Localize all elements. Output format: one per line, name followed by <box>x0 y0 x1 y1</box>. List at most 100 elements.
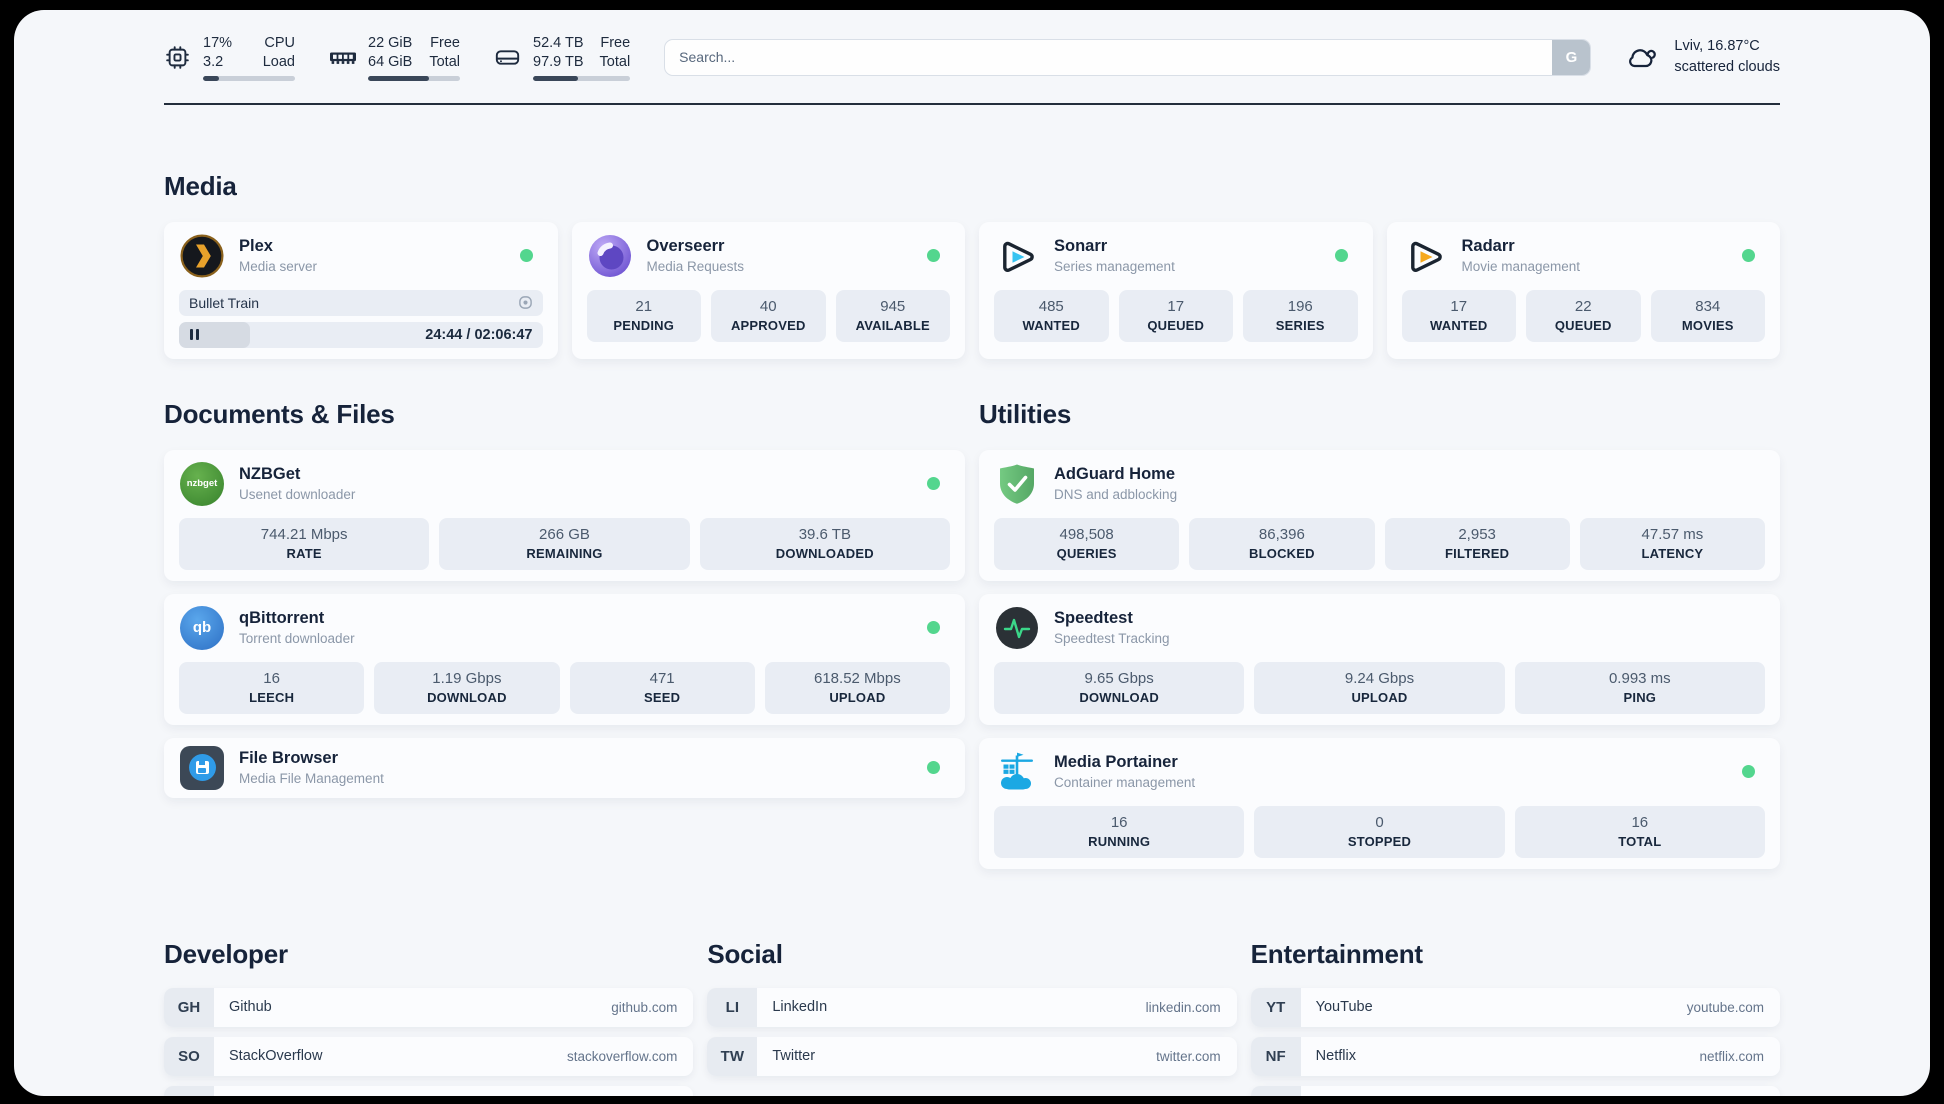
app-title: Plex <box>239 237 273 256</box>
stat-box: 40 APPROVED <box>711 289 826 342</box>
app-card-speedtest[interactable]: Speedtest Speedtest Tracking 9.65 Gbps DO… <box>979 593 1780 725</box>
link-row-stackoverflow[interactable]: SO StackOverflow stackoverflow.com <box>164 1036 694 1076</box>
pause-icon[interactable] <box>190 329 199 341</box>
status-dot-online <box>927 761 940 775</box>
app-card-nzbget[interactable]: nzbget NZBGet Usenet downloader 744.21 M… <box>164 449 965 581</box>
link-abbr: TW <box>707 1036 758 1076</box>
cpu-label-2: Load <box>262 53 295 70</box>
media-card-row: Plex Media server Bullet Train 24:44 / 0… <box>164 221 1780 359</box>
nzbget-icon: nzbget <box>179 461 225 507</box>
status-dot-online <box>1334 249 1348 263</box>
playback-progress-row[interactable]: 24:44 / 02:06:47 <box>179 321 543 348</box>
stat-box: 9.24 Gbps UPLOAD <box>1254 661 1505 714</box>
link-row-github[interactable]: GH Github github.com <box>164 987 694 1027</box>
cpu-load-avg: 3.2 <box>203 53 224 70</box>
link-abbr: GH <box>164 987 214 1027</box>
section-title-documents: Documents & Files <box>164 398 395 429</box>
app-subtitle: Media File Management <box>239 771 384 787</box>
app-card-sonarr[interactable]: Sonarr Series management 485 WANTED 17 QUE… <box>979 221 1373 359</box>
developer-links-column: Developer GH Github github.com SO StackO… <box>164 939 694 1096</box>
stat-box: 834 MOVIES <box>1650 289 1765 342</box>
stat-box: 16 RUNNING <box>994 805 1245 858</box>
app-title: Radarr <box>1461 237 1515 256</box>
link-url: linkedin.com <box>1145 999 1221 1015</box>
app-title: Media Portainer <box>1054 753 1178 772</box>
search-engine-button[interactable]: G <box>1552 39 1591 75</box>
cpu-label-1: CPU <box>264 35 295 51</box>
stat-box: 1.19 Gbps DOWNLOAD <box>374 661 560 714</box>
weather-condition: scattered clouds <box>1674 59 1780 76</box>
app-subtitle: Speedtest Tracking <box>1054 631 1170 647</box>
app-card-filebrowser[interactable]: File Browser Media File Management <box>164 737 965 798</box>
link-abbr: SO <box>164 1036 214 1076</box>
speedtest-icon <box>994 605 1040 651</box>
top-bar: 17% 3.2 CPU Load 22 GiB 64 GiB Free Tota… <box>164 10 1780 81</box>
cloud-icon <box>1625 42 1661 72</box>
app-card-radarr[interactable]: Radarr Movie management 17 WANTED 22 QUEUE… <box>1386 221 1780 359</box>
app-card-adguard[interactable]: AdGuard Home DNS and adblocking 498,508 Q… <box>979 449 1780 581</box>
link-row-dev[interactable]: DT DEV dev.to <box>164 1085 694 1096</box>
social-links-column: Social LI LinkedIn linkedin.com TW Twitt… <box>707 938 1237 1096</box>
link-name: StackOverflow <box>229 1048 323 1065</box>
stat-box: 2,953 FILTERED <box>1384 517 1570 570</box>
stat-box: 0.993 ms PING <box>1514 661 1765 714</box>
header-divider <box>164 102 1780 105</box>
link-name: LinkedIn <box>772 999 828 1016</box>
link-abbr: YT <box>1250 987 1301 1027</box>
stat-box: 47.57 ms LATENCY <box>1579 517 1765 570</box>
now-playing-row[interactable]: Bullet Train <box>179 289 543 316</box>
link-name: YouTube <box>1315 999 1373 1016</box>
app-subtitle: Media server <box>239 259 318 275</box>
app-subtitle: Container management <box>1054 775 1196 791</box>
status-dot-online <box>519 249 533 263</box>
link-row-youtube[interactable]: YT YouTube youtube.com <box>1250 987 1780 1027</box>
filebrowser-icon <box>179 745 225 791</box>
ram-stat: 22 GiB 64 GiB Free Total <box>329 34 460 81</box>
app-subtitle: Series management <box>1054 259 1175 275</box>
status-dot-online <box>1742 249 1755 263</box>
stat-box: 744.21 Mbps RATE <box>179 517 430 570</box>
ram-free: 22 GiB <box>368 35 413 51</box>
portainer-icon <box>994 749 1040 795</box>
cpu-progress-fill <box>203 75 219 81</box>
app-card-overseerr[interactable]: Overseerr Media Requests 21 PENDING 40 APP… <box>571 221 965 359</box>
stat-box: 22 QUEUED <box>1526 289 1641 342</box>
app-title: AdGuard Home <box>1054 465 1176 484</box>
app-subtitle: Movie management <box>1461 259 1581 275</box>
section-title-entertainment: Entertainment <box>1250 938 1423 969</box>
status-dot-online <box>1742 765 1755 779</box>
section-title-media: Media <box>164 170 237 201</box>
app-subtitle: Media Requests <box>646 259 745 275</box>
link-url: stackoverflow.com <box>567 1048 678 1064</box>
stat-box: 498,508 QUERIES <box>994 517 1180 570</box>
link-name: Twitter <box>772 1048 816 1065</box>
app-card-portainer[interactable]: Media Portainer Container management 16 R… <box>979 737 1780 869</box>
search-input[interactable] <box>664 38 1592 76</box>
now-playing-session-icon[interactable] <box>518 295 533 310</box>
radarr-icon <box>1402 233 1448 279</box>
cpu-percent: 17% <box>203 35 233 51</box>
link-abbr: RE <box>1250 1085 1301 1096</box>
cpu-progress-bar <box>203 75 295 81</box>
weather-widget: Lviv, 16.87°C scattered clouds <box>1625 36 1780 78</box>
link-row-linkedin[interactable]: LI LinkedIn linkedin.com <box>707 987 1237 1027</box>
stat-box: 9.65 Gbps DOWNLOAD <box>994 661 1245 714</box>
stat-box: 39.6 TB DOWNLOADED <box>699 517 950 570</box>
playback-time: 24:44 / 02:06:47 <box>425 326 533 343</box>
link-row-netflix[interactable]: NF Netflix netflix.com <box>1250 1036 1780 1076</box>
link-url: youtube.com <box>1686 999 1764 1015</box>
app-card-plex[interactable]: Plex Media server Bullet Train 24:44 / 0… <box>164 221 558 359</box>
section-title-social: Social <box>707 938 783 969</box>
link-abbr: NF <box>1250 1036 1301 1076</box>
app-card-qbittorrent[interactable]: qb qBittorrent Torrent downloader 16 LEEC… <box>164 593 965 725</box>
disk-icon <box>494 44 522 71</box>
plex-icon <box>179 233 225 279</box>
stat-box: 945 AVAILABLE <box>835 289 950 342</box>
app-subtitle: Torrent downloader <box>239 631 355 647</box>
disk-free: 52.4 TB <box>533 35 584 51</box>
disk-label-1: Free <box>600 35 631 51</box>
link-row-reddit[interactable]: RE Reddit reddit.com <box>1250 1085 1780 1096</box>
link-name: Netflix <box>1315 1048 1356 1065</box>
stat-box: 86,396 BLOCKED <box>1189 517 1375 570</box>
link-row-twitter[interactable]: TW Twitter twitter.com <box>707 1036 1237 1076</box>
